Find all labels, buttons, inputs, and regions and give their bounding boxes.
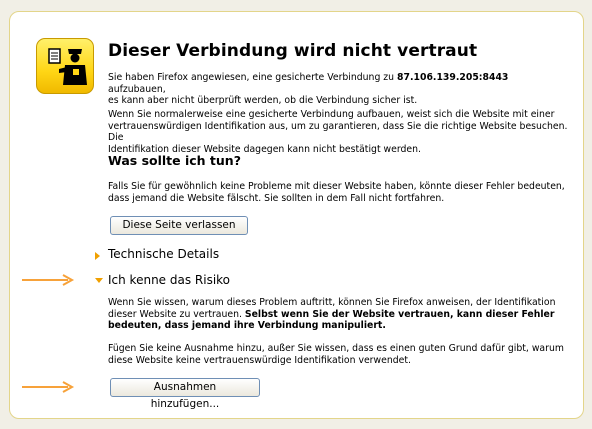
what-to-do-line1: Falls Sie für gewöhnlich keine Probleme … xyxy=(108,181,565,192)
intro-text-line2: es kann aber nicht überprüft werden, ob … xyxy=(108,95,418,106)
highlight-arrow-icon xyxy=(22,274,75,286)
expand-down-icon[interactable] xyxy=(95,278,103,283)
risk-text: Wenn Sie wissen, warum dieses Problem au… xyxy=(108,297,568,332)
untrusted-connection-icon xyxy=(36,38,94,94)
add-exception-button[interactable]: Ausnahmen hinzufügen... xyxy=(110,378,260,410)
exception-text: Fügen Sie keine Ausnahme hinzu, außer Si… xyxy=(108,343,568,366)
expand-right-icon[interactable] xyxy=(95,252,100,260)
intro-text-after: aufzubauen, xyxy=(108,83,166,95)
explanation-text: Wenn Sie normalerweise eine gesicherte V… xyxy=(108,109,568,155)
technical-details-toggle[interactable]: Technische Details xyxy=(108,247,219,261)
exception-line2: diese Website keine vertrauenswürdige Id… xyxy=(108,354,411,366)
risk-warning-bold: Selbst wenn Sie der Website vertrauen, k… xyxy=(244,308,555,320)
leave-page-button[interactable]: Diese Seite verlassen xyxy=(110,216,248,235)
what-to-do-line2: dass jemand die Website fälscht. Sie sol… xyxy=(108,192,445,204)
what-to-do-heading: Was sollte ich tun? xyxy=(108,153,241,168)
host-address: 87.106.139.205:8443 xyxy=(397,72,509,83)
intro-text: Sie haben Firefox angewiesen, eine gesic… xyxy=(108,72,568,107)
understand-risks-toggle[interactable]: Ich kenne das Risiko xyxy=(108,273,230,287)
page-title: Dieser Verbindung wird nicht vertraut xyxy=(108,41,478,61)
risk-warning-bold-line2: bedeuten, dass jemand ihre Verbindung ma… xyxy=(108,320,386,331)
exception-line1: Fügen Sie keine Ausnahme hinzu, außer Si… xyxy=(108,343,564,354)
risk-line1: Wenn Sie wissen, warum dieses Problem au… xyxy=(108,297,556,308)
intro-text-before: Sie haben Firefox angewiesen, eine gesic… xyxy=(108,72,398,83)
explanation-line2: vertrauenswürdigen Identifikation aus, u… xyxy=(108,120,568,144)
highlight-arrow-icon xyxy=(22,381,75,393)
explanation-line1: Wenn Sie normalerweise eine gesicherte V… xyxy=(108,109,555,120)
risk-line2: dieser Website zu vertrauen. xyxy=(108,308,245,320)
what-to-do-text: Falls Sie für gewöhnlich keine Probleme … xyxy=(108,181,568,204)
